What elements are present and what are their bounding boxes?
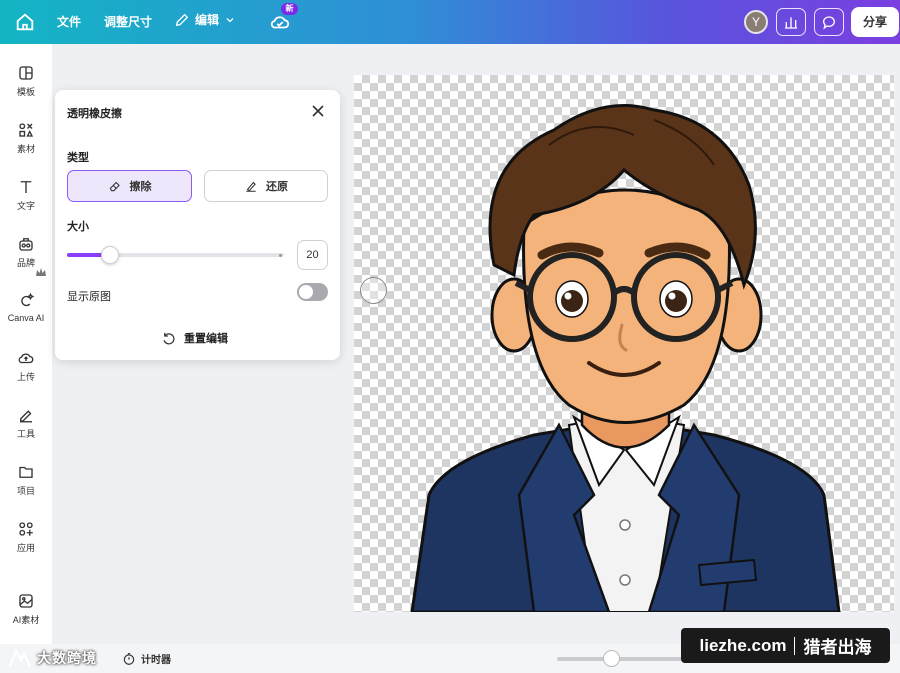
zoom-slider[interactable] <box>557 650 682 667</box>
chevron-down-icon <box>226 17 234 22</box>
erase-button[interactable]: 擦除 <box>67 170 192 202</box>
size-slider[interactable] <box>67 246 284 264</box>
brand-watermark: 大数跨境 <box>8 648 97 668</box>
sidebar-item-label: 应用 <box>16 543 35 553</box>
watermark-divider <box>794 636 796 655</box>
stopwatch-icon <box>123 652 135 665</box>
bar-chart-icon <box>785 17 797 29</box>
timer-label: 计时器 <box>141 655 171 666</box>
brush-icon <box>246 181 256 192</box>
size-slider-handle[interactable] <box>101 246 120 264</box>
upload-icon <box>18 353 34 364</box>
file-menu[interactable]: 文件 <box>57 13 81 30</box>
show-original-toggle[interactable] <box>297 283 328 301</box>
watermark-domain: liezhe.com <box>699 635 787 655</box>
toggle-knob <box>299 285 313 299</box>
site-watermark: liezhe.com 猎者出海 <box>681 628 890 663</box>
sidebar-item-label: AI素材 <box>12 615 40 625</box>
new-badge: 新 <box>281 3 298 15</box>
reset-edits-button[interactable]: 重置编辑 <box>161 330 228 346</box>
resize-menu[interactable]: 调整尺寸 <box>104 13 152 30</box>
sidebar-item-elements[interactable]: 素材 <box>0 121 52 155</box>
brand-icon <box>19 238 33 251</box>
elements-icon <box>19 123 34 137</box>
restore-label: 还原 <box>266 181 288 193</box>
size-value-input[interactable]: 20 <box>297 240 328 270</box>
top-bar: 文件 调整尺寸 编辑 新 Y 分享 <box>0 0 900 44</box>
show-original-label: 显示原图 <box>67 291 111 303</box>
home-icon[interactable] <box>14 11 36 33</box>
sidebar-item-upload[interactable]: 上传 <box>0 349 52 383</box>
text-icon <box>20 181 32 193</box>
reset-label: 重置编辑 <box>184 333 228 345</box>
restore-button[interactable]: 还原 <box>204 170 328 202</box>
sidebar-item-label: 模板 <box>16 87 35 97</box>
sidebar-item-tools[interactable]: 工具 <box>0 406 52 440</box>
undo-icon <box>163 332 175 344</box>
slider-end-dot <box>279 254 282 257</box>
comments-button[interactable] <box>814 8 844 36</box>
brand-logo-icon <box>8 648 32 667</box>
watermark-brand: 猎者出海 <box>803 638 872 657</box>
sidebar-item-label: 项目 <box>16 486 35 496</box>
zoom-slider-handle[interactable] <box>602 650 620 667</box>
type-label: 类型 <box>67 152 89 164</box>
sidebar-item-templates[interactable]: 模板 <box>0 64 52 98</box>
edit-menu[interactable]: 编辑 <box>174 11 236 28</box>
ai-image-icon <box>19 594 33 608</box>
cartoon-portrait <box>410 104 841 612</box>
brand-text: 大数跨境 <box>37 650 97 666</box>
insights-button[interactable] <box>776 8 806 36</box>
sidebar-item-projects[interactable]: 项目 <box>0 463 52 497</box>
template-icon <box>19 66 33 80</box>
eraser-icon <box>109 181 120 192</box>
sidebar-item-label: 工具 <box>16 429 35 439</box>
crown-icon <box>36 268 46 276</box>
sidebar-item-label: 上传 <box>16 372 35 382</box>
canva-ai-icon <box>21 292 35 307</box>
sidebar-item-canva-ai[interactable]: Canva AI <box>0 292 52 323</box>
timer-button[interactable]: 计时器 <box>122 651 171 666</box>
eraser-panel: 透明橡皮擦 类型 擦除 还原 大小 20 显示原图 重置编辑 <box>55 90 340 360</box>
edit-label: 编辑 <box>195 13 220 27</box>
sidebar-item-apps[interactable]: 应用 <box>0 520 52 554</box>
pencil-icon <box>175 13 189 26</box>
close-icon[interactable] <box>311 104 325 118</box>
sidebar-item-ai-images[interactable]: AI素材 <box>0 592 52 626</box>
folder-icon <box>19 466 33 478</box>
erase-label: 擦除 <box>129 181 152 193</box>
sidebar-item-label: 文字 <box>16 201 35 211</box>
apps-icon <box>19 522 33 536</box>
tools-icon <box>20 410 32 423</box>
sidebar-item-label: 素材 <box>16 144 35 154</box>
left-sidebar: 模板 素材 文字 品牌 Canva AI 上传 工具 项目 应用 AI素材 <box>0 44 52 644</box>
share-button[interactable]: 分享 <box>851 7 899 37</box>
design-canvas[interactable] <box>354 75 894 612</box>
sidebar-item-brand[interactable]: 品牌 <box>0 235 52 269</box>
sidebar-item-label: Canva AI <box>7 313 45 323</box>
panel-title: 透明橡皮擦 <box>67 108 122 120</box>
size-label: 大小 <box>67 221 89 233</box>
eraser-cursor <box>360 277 387 304</box>
avatar[interactable]: Y <box>744 10 768 34</box>
comment-icon <box>823 16 835 30</box>
sidebar-item-text[interactable]: 文字 <box>0 178 52 212</box>
